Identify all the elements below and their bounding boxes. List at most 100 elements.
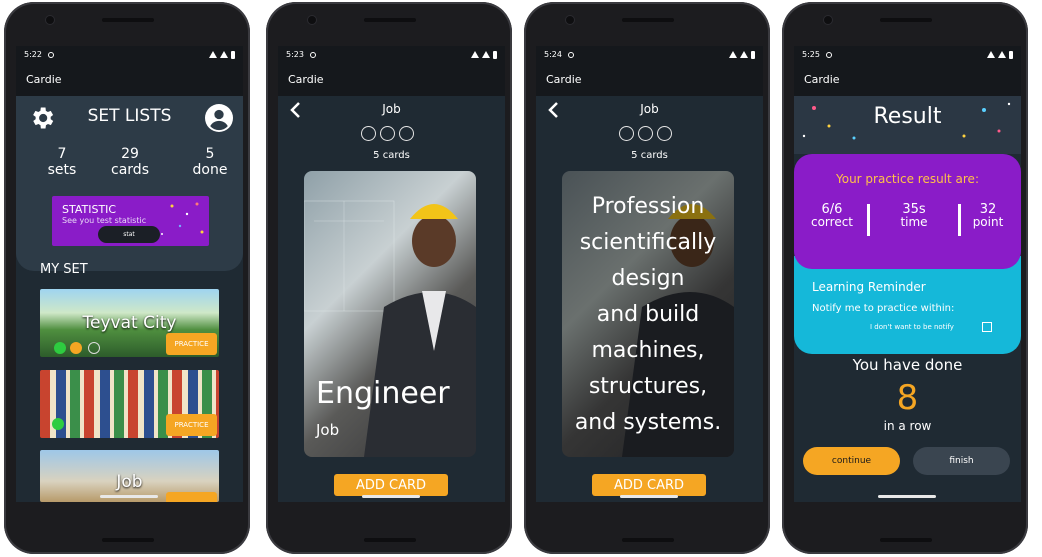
camera: [824, 16, 832, 24]
progress-circle: [638, 126, 653, 141]
battery-icon: [1009, 50, 1013, 59]
speaker: [364, 18, 416, 22]
continue-button[interactable]: continue: [803, 447, 900, 475]
nav-handle[interactable]: [362, 495, 420, 498]
app-bar: Cardie: [794, 63, 1021, 96]
progress-dot: [70, 342, 82, 354]
progress-circle: [657, 126, 672, 141]
result-correct: 6/6 correct: [810, 202, 854, 229]
progress-circle: [380, 126, 395, 141]
status-bar: 5:23: [278, 46, 505, 63]
status-bar: 5:25: [794, 46, 1021, 63]
card-category: Job: [316, 421, 340, 439]
chin-speaker: [622, 538, 674, 542]
status-time: 5:23: [286, 50, 304, 59]
phone-frame: 5:25 Cardie Result Learning Reminder Not…: [782, 2, 1028, 554]
set-card[interactable]: PRACTICE: [40, 370, 219, 438]
app-title: Cardie: [546, 73, 582, 86]
status-time: 5:25: [802, 50, 820, 59]
app-title: Cardie: [804, 73, 840, 86]
phone-frame: 5:22 Cardie SET LISTS 7 sets 29 cards 5 don…: [4, 2, 250, 554]
notification-icon: [47, 51, 54, 58]
status-time: 5:24: [544, 50, 562, 59]
notification-icon: [825, 51, 832, 58]
status-bar: 5:22: [16, 46, 243, 63]
done-count: 8: [896, 378, 919, 418]
no-notify-checkbox[interactable]: [982, 322, 992, 332]
status-time: 5:22: [24, 50, 42, 59]
phone-frame: 5:24 Cardie Job 5 cards Profession scien…: [524, 2, 770, 554]
divider: [867, 204, 870, 236]
fireworks-banner: Result: [794, 96, 1021, 154]
progress-circle: [399, 126, 414, 141]
done-text: You have done: [852, 356, 963, 374]
notification-icon: [309, 51, 316, 58]
stat-done: 5 done: [192, 146, 228, 178]
banner-subtitle: See you test statistic: [62, 216, 147, 225]
wifi-icon: [729, 51, 737, 58]
set-title: Job: [640, 102, 659, 116]
avatar-icon[interactable]: [205, 104, 233, 132]
speaker: [880, 18, 932, 22]
set-title: Job: [382, 102, 401, 116]
result-question: Your practice result are:: [836, 172, 979, 186]
card-definition: Profession scientifically design and bui…: [574, 194, 722, 435]
notification-icon: [567, 51, 574, 58]
signal-icon: [740, 51, 748, 58]
chin-speaker: [102, 538, 154, 542]
app-title: Cardie: [288, 73, 324, 86]
signal-icon: [220, 51, 228, 58]
result-panel: Your practice result are: 6/6 correct 35s…: [794, 154, 1021, 269]
camera: [566, 16, 574, 24]
practice-button[interactable]: [166, 492, 217, 502]
speaker: [622, 18, 674, 22]
practice-button[interactable]: PRACTICE: [166, 414, 217, 436]
nav-handle[interactable]: [620, 495, 678, 498]
statistic-banner[interactable]: STATISTIC See you test statistic stat: [52, 196, 209, 246]
app-bar: Cardie: [278, 63, 505, 96]
flash-card-back[interactable]: Profession scientifically design and bui…: [562, 171, 734, 457]
practice-button[interactable]: PRACTICE: [166, 333, 217, 355]
done-suffix: in a row: [883, 419, 932, 433]
flash-card-front[interactable]: Engineer Job: [304, 171, 476, 457]
set-name: Teyvat City: [82, 313, 177, 333]
battery-icon: [751, 50, 755, 59]
progress-circle: [619, 126, 634, 141]
wifi-icon: [209, 51, 217, 58]
app-title: Cardie: [26, 73, 62, 86]
app-bar: Cardie: [16, 63, 243, 96]
reminder-title: Learning Reminder: [812, 280, 926, 294]
result-time: 35s time: [900, 202, 928, 229]
app-bar: Cardie: [536, 63, 763, 96]
set-card[interactable]: Teyvat City PRACTICE: [40, 289, 219, 357]
nav-handle[interactable]: [878, 495, 936, 498]
add-card-button[interactable]: ADD CARD: [592, 474, 706, 496]
chin-speaker: [364, 538, 416, 542]
screen-result: 5:25 Cardie Result Learning Reminder Not…: [794, 46, 1021, 502]
speaker: [102, 18, 154, 22]
signal-icon: [482, 51, 490, 58]
progress-circles: [361, 126, 414, 141]
phone-frame: 5:23 Cardie Job 5 cards Engineer Job ADD…: [266, 2, 512, 554]
nav-handle[interactable]: [100, 495, 158, 498]
progress-dot: [54, 342, 66, 354]
chin-speaker: [880, 538, 932, 542]
reminder-panel: Learning Reminder Notify me to practice …: [794, 256, 1021, 354]
camera: [46, 16, 54, 24]
stat-sets: 7 sets: [47, 146, 77, 178]
screen-card-front: 5:23 Cardie Job 5 cards Engineer Job ADD…: [278, 46, 505, 502]
finish-button[interactable]: finish: [913, 447, 1010, 475]
engineer-photo: [304, 200, 476, 457]
stat-button[interactable]: stat: [98, 226, 160, 243]
no-notify-label: I don't want to be notify: [870, 323, 954, 331]
card-count: 5 cards: [373, 150, 410, 161]
signal-icon: [998, 51, 1006, 58]
battery-icon: [231, 50, 235, 59]
screen-card-back: 5:24 Cardie Job 5 cards Profession scien…: [536, 46, 763, 502]
set-name: Job: [116, 472, 143, 492]
progress-dot: [52, 418, 64, 430]
card-word: Engineer: [316, 376, 450, 411]
result-point: 32 point: [972, 202, 1004, 229]
progress-circle: [361, 126, 376, 141]
add-card-button[interactable]: ADD CARD: [334, 474, 448, 496]
